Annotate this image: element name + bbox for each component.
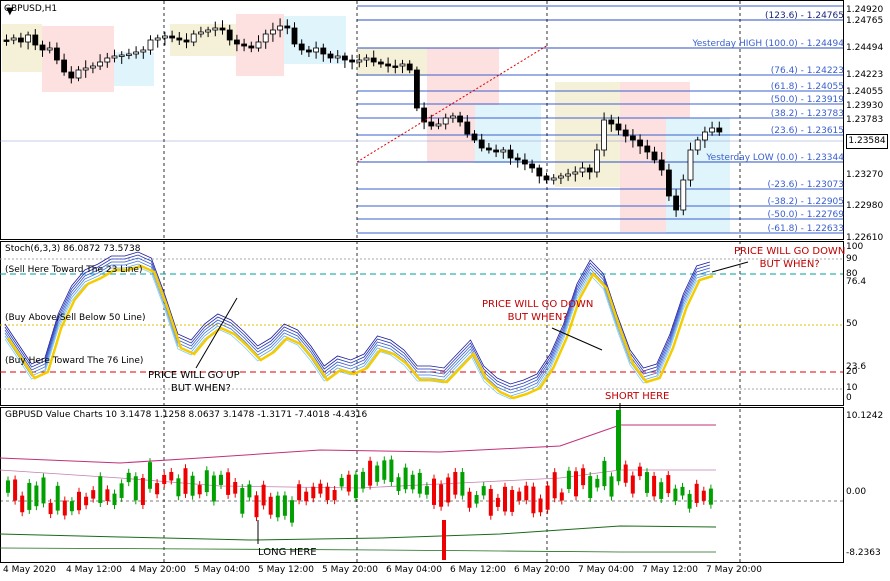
fib-level-label: (23.6) - 1.23615: [770, 126, 844, 136]
fib-level-label: (123.6) - 1.24765: [765, 11, 844, 21]
price-axis-label: 1.23783: [846, 115, 884, 125]
fib-level-label: (-38.2) - 1.22905: [767, 197, 845, 207]
annotation-go-down-mid: PRICE WILL GO DOWN BUT WHEN?: [482, 299, 594, 323]
stoch-level-buy: (Buy Here Toward The 76 Line): [5, 356, 144, 366]
price-axis-label: 1.22980: [846, 201, 884, 211]
short-here-label: SHORT HERE: [605, 391, 670, 402]
time-axis-label: 6 May 12:00: [450, 565, 506, 575]
stoch-axis-label: 10: [846, 383, 858, 393]
fib-level-label: (-23.6) - 1.23073: [767, 180, 845, 190]
time-axis-label: 7 May 20:00: [706, 565, 762, 575]
stoch-axis-label: 0: [846, 393, 852, 403]
value-chart-bars: [0, 410, 843, 560]
value-axis-zero: 0.00: [846, 487, 867, 497]
stoch-axis-label: 90: [846, 254, 858, 264]
time-axis-label: 7 May 04:00: [578, 565, 634, 575]
fib-level-label: (50.0) - 1.23919: [770, 95, 844, 105]
stoch-axis-label: 20: [846, 367, 858, 377]
chart-canvas[interactable]: [0, 0, 890, 581]
time-axis-label: 4 May 20:00: [130, 565, 186, 575]
fib-level-label: (-50.0) - 1.22769: [767, 210, 845, 220]
price-axis-label: 1.24765: [846, 16, 884, 26]
time-axis-label: 6 May 20:00: [514, 565, 570, 575]
stoch-level-mid: (Buy Above/Sell Below 50 Line): [5, 313, 146, 323]
fib-level-label: (76.4) - 1.24223: [770, 66, 844, 76]
fib-level-label: (61.8) - 1.24055: [770, 82, 844, 92]
stoch-level-sell: (Sell Here Toward The 23 Line): [5, 265, 143, 275]
price-axis-label: 1.24223: [846, 70, 884, 80]
annotation-go-down-right: PRICE WILL GO DOWN BUT WHEN?: [734, 246, 846, 270]
fib-level-label: Yesterday LOW (0.0) - 1.23344: [706, 153, 844, 163]
fib-level-label: Yesterday HIGH (100.0) - 1.24494: [692, 39, 844, 49]
price-axis-label: 1.24055: [846, 87, 884, 97]
price-axis-label: 1.24920: [846, 5, 884, 15]
fib-level-label: (-61.8) - 1.22633: [767, 224, 845, 234]
time-axis-label: 4 May 2020: [3, 565, 56, 575]
stoch-title: Stoch(6,3,3) 86.0872 73.5738: [5, 244, 141, 254]
price-axis-label: 1.23930: [846, 101, 884, 111]
time-axis-label: 5 May 04:00: [194, 565, 250, 575]
collapse-arrow-icon[interactable]: ▼: [6, 6, 14, 17]
value-chart-title: GBPUSD Value Charts 10 3.1478 1.1258 8.0…: [5, 410, 368, 420]
price-axis-label: 1.24494: [846, 43, 884, 53]
value-axis-top: 10.1242: [846, 411, 884, 421]
value-axis-bottom: -8.2363: [846, 548, 881, 558]
stoch-axis-label: 76.4: [846, 277, 867, 287]
fib-level-label: (38.2) - 1.23783: [770, 109, 844, 119]
current-price-tag: 1.23584: [846, 134, 888, 149]
stoch-axis-label: 100: [846, 242, 864, 252]
price-axis-label: 1.23270: [846, 170, 884, 180]
time-axis-label: 7 May 12:00: [642, 565, 698, 575]
annotation-go-up: PRICE WILL GO UP BUT WHEN?: [148, 370, 240, 394]
stoch-axis-label: 50: [846, 319, 858, 329]
long-here-label: LONG HERE: [258, 547, 317, 558]
time-axis-label: 4 May 12:00: [66, 565, 122, 575]
time-axis-label: 6 May 04:00: [386, 565, 442, 575]
time-axis-label: 5 May 12:00: [258, 565, 314, 575]
time-axis-label: 5 May 20:00: [322, 565, 378, 575]
session-boxes: [2, 14, 730, 233]
